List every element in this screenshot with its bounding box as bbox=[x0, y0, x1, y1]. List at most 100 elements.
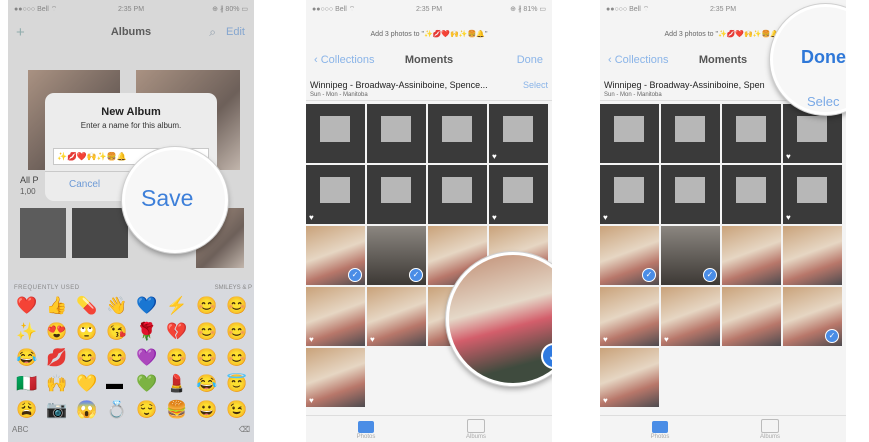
photo-thumbnail[interactable] bbox=[428, 165, 487, 224]
photo-thumbnail[interactable] bbox=[600, 104, 659, 163]
photo-thumbnail[interactable]: ✓ bbox=[600, 226, 659, 285]
emoji-key[interactable]: 😀 bbox=[196, 400, 217, 420]
emoji-key[interactable]: 😉 bbox=[226, 400, 247, 420]
emoji-key[interactable]: 😩 bbox=[16, 400, 37, 420]
photo-thumbnail[interactable]: ♥ bbox=[600, 348, 659, 407]
emoji-keyboard: FREQUENTLY USED SMILEYS & P ❤️ 👍 💊 👋 💙 ⚡ 😊 😊 ✨ 😍 🙄… bbox=[8, 280, 254, 442]
edit-button[interactable]: Edit bbox=[226, 26, 245, 38]
emoji-key[interactable]: 💍 bbox=[106, 400, 127, 420]
photo-thumbnail[interactable] bbox=[783, 226, 842, 285]
favorite-icon: ♥ bbox=[603, 335, 608, 344]
select-button[interactable]: Selec bbox=[807, 94, 840, 109]
save-button[interactable]: Save bbox=[141, 185, 193, 212]
emoji-key[interactable]: 😊 bbox=[196, 322, 217, 342]
emoji-key[interactable]: 😊 bbox=[226, 322, 247, 342]
emoji-key[interactable]: 🙄 bbox=[76, 322, 97, 342]
emoji-key[interactable]: 💚 bbox=[136, 374, 157, 394]
search-icon[interactable]: ⌕ bbox=[209, 25, 216, 40]
cancel-button[interactable]: Cancel bbox=[69, 179, 100, 190]
emoji-key[interactable]: 👋 bbox=[106, 296, 127, 316]
emoji-key[interactable]: 💙 bbox=[136, 296, 157, 316]
checkmark-icon: ✓ bbox=[642, 268, 656, 282]
emoji-key[interactable]: 😊 bbox=[196, 296, 217, 316]
delete-icon[interactable]: ⌫ bbox=[239, 425, 250, 434]
emoji-key[interactable]: 😊 bbox=[106, 348, 127, 368]
emoji-key[interactable]: 😂 bbox=[16, 348, 37, 368]
dialog-message: Enter a name for this album. bbox=[80, 121, 182, 130]
emoji-key[interactable]: ⚡ bbox=[166, 296, 187, 316]
emoji-key[interactable]: 💄 bbox=[166, 374, 187, 394]
emoji-key[interactable]: 😌 bbox=[136, 400, 157, 420]
photo-thumbnail[interactable]: ♥ bbox=[661, 287, 720, 346]
photo-thumbnail[interactable]: ♥ bbox=[489, 165, 548, 224]
photo-thumbnail[interactable] bbox=[722, 226, 781, 285]
tab-photos[interactable]: Photos bbox=[346, 421, 386, 440]
photo-thumbnail[interactable]: ✓ bbox=[661, 226, 720, 285]
photo-thumbnail[interactable]: ✓ bbox=[783, 287, 842, 346]
emoji-key[interactable]: 👍 bbox=[46, 296, 67, 316]
emoji-key[interactable]: 😍 bbox=[46, 322, 67, 342]
photo-thumbnail[interactable] bbox=[367, 165, 426, 224]
photo-thumbnail[interactable]: ♥ bbox=[600, 165, 659, 224]
photo-thumbnail[interactable]: ♥ bbox=[489, 104, 548, 163]
favorite-icon: ♥ bbox=[786, 152, 791, 161]
emoji-key[interactable]: 🍔 bbox=[166, 400, 187, 420]
tab-photos[interactable]: Photos bbox=[640, 421, 680, 440]
emoji-key[interactable]: 💋 bbox=[46, 348, 67, 368]
emoji-key[interactable]: 💛 bbox=[76, 374, 97, 394]
status-bar: ●●○○○ Bell ⌔ 2:35 PM ⊕ ∦ 80% ▭ bbox=[8, 0, 254, 18]
photo-thumbnail[interactable]: ♥ bbox=[600, 287, 659, 346]
album-thumbnail[interactable] bbox=[72, 208, 128, 258]
emoji-key[interactable]: ✨ bbox=[16, 322, 37, 342]
emoji-key[interactable]: ▬ bbox=[106, 374, 123, 394]
emoji-key[interactable]: 😊 bbox=[196, 348, 217, 368]
emoji-key[interactable]: 🇮🇹 bbox=[16, 374, 37, 394]
abc-key[interactable]: ABC bbox=[12, 425, 28, 434]
tab-bar: Photos Albums bbox=[306, 415, 552, 442]
emoji-key[interactable]: 😊 bbox=[226, 296, 247, 316]
emoji-key[interactable]: 🙌 bbox=[46, 374, 67, 394]
emoji-key[interactable]: 😘 bbox=[106, 322, 127, 342]
selected-photo[interactable] bbox=[449, 255, 552, 383]
albums-icon bbox=[467, 419, 485, 433]
photo-thumbnail[interactable] bbox=[367, 104, 426, 163]
photo-thumbnail[interactable] bbox=[306, 104, 365, 163]
emoji-key[interactable]: 💊 bbox=[76, 296, 97, 316]
photo-thumbnail[interactable] bbox=[661, 165, 720, 224]
photo-thumbnail[interactable]: ♥ bbox=[306, 165, 365, 224]
emoji-key[interactable]: 😇 bbox=[226, 374, 247, 394]
emoji-key[interactable]: 😊 bbox=[76, 348, 97, 368]
photo-thumbnail[interactable]: ✓ bbox=[306, 226, 365, 285]
page-title: Moments bbox=[404, 54, 454, 66]
emoji-key[interactable]: ❤️ bbox=[16, 296, 37, 316]
emoji-key[interactable]: 😂 bbox=[196, 374, 217, 394]
favorite-icon: ♥ bbox=[309, 213, 314, 222]
tab-albums[interactable]: Albums bbox=[456, 419, 496, 440]
emoji-key[interactable]: 🌹 bbox=[136, 322, 157, 342]
photo-thumbnail[interactable]: ♥ bbox=[306, 348, 365, 407]
tab-albums[interactable]: Albums bbox=[750, 419, 790, 440]
photo-thumbnail[interactable] bbox=[661, 104, 720, 163]
emoji-key[interactable]: 😱 bbox=[76, 400, 97, 420]
nav-bar: + Albums ⌕ Edit bbox=[8, 18, 254, 46]
photo-thumbnail[interactable]: ♥ bbox=[783, 165, 842, 224]
photo-thumbnail[interactable]: ♥ bbox=[367, 287, 426, 346]
select-button[interactable]: Select bbox=[523, 80, 548, 90]
photo-thumbnail[interactable] bbox=[722, 287, 781, 346]
photo-thumbnail[interactable] bbox=[722, 165, 781, 224]
photo-thumbnail[interactable] bbox=[722, 104, 781, 163]
emoji-key[interactable]: 📷 bbox=[46, 400, 67, 420]
emoji-key[interactable]: 😊 bbox=[166, 348, 187, 368]
done-button[interactable]: Done bbox=[801, 47, 846, 68]
photo-thumbnail[interactable] bbox=[428, 104, 487, 163]
photo-thumbnail[interactable]: ♥ bbox=[306, 287, 365, 346]
photo-thumbnail[interactable]: ✓ bbox=[367, 226, 426, 285]
favorite-icon: ♥ bbox=[492, 213, 497, 222]
emoji-key[interactable]: 😊 bbox=[226, 348, 247, 368]
emoji-key[interactable]: 💜 bbox=[136, 348, 157, 368]
favorite-icon: ♥ bbox=[664, 335, 669, 344]
done-button[interactable]: Done bbox=[517, 54, 543, 66]
emoji-key[interactable]: 💔 bbox=[166, 322, 187, 342]
moment-subtitle: Sun - Mon - Manitoba bbox=[604, 92, 662, 98]
album-thumbnail[interactable] bbox=[20, 208, 66, 258]
